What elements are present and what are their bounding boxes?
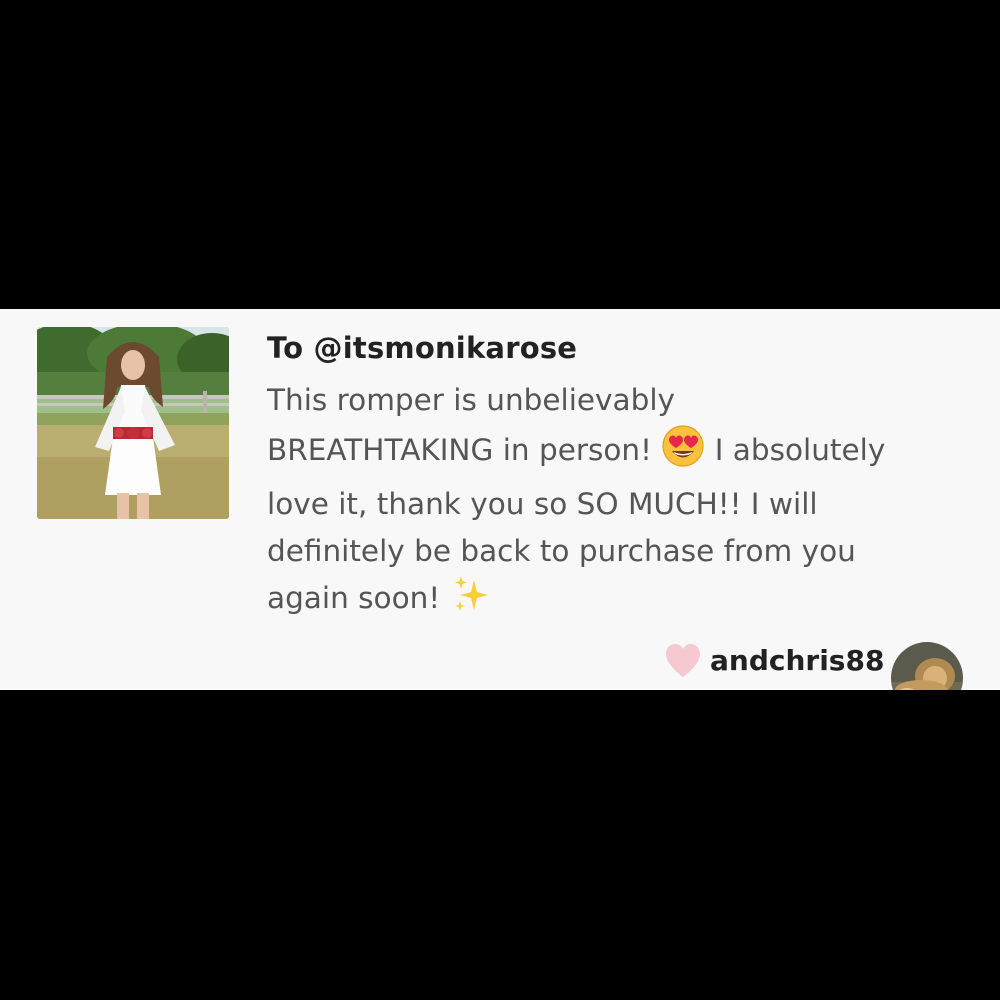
liker-username[interactable]: andchris88 (710, 644, 884, 677)
heart-icon[interactable] (664, 643, 702, 679)
review-message: This romper is unbelievably BREATHTAKING… (267, 377, 967, 630)
message-line-4: definitely be back to purchase from you (267, 533, 856, 568)
message-text-absolutely: I absolutely (714, 432, 886, 467)
message-line-3: love it, thank you so SO MUCH!! I will (267, 487, 818, 521)
message-text-again-soon: again soon! (267, 581, 441, 615)
heart-eyes-emoji (661, 424, 705, 482)
message-line-1: This romper is unbelievably (267, 383, 675, 417)
review-card: To @itsmonikarose This romper is unbelie… (0, 309, 1000, 690)
addressee-title: To @itsmonikarose (267, 331, 578, 365)
message-text-breathtaking: BREATHTAKING in person! (267, 432, 652, 467)
avatar[interactable] (891, 642, 963, 690)
product-photo[interactable] (37, 327, 229, 519)
sparkles-emoji (450, 574, 492, 630)
message-line-5: again soon! (267, 574, 967, 630)
message-line-2: BREATHTAKING in person! I absolutely (267, 424, 967, 482)
